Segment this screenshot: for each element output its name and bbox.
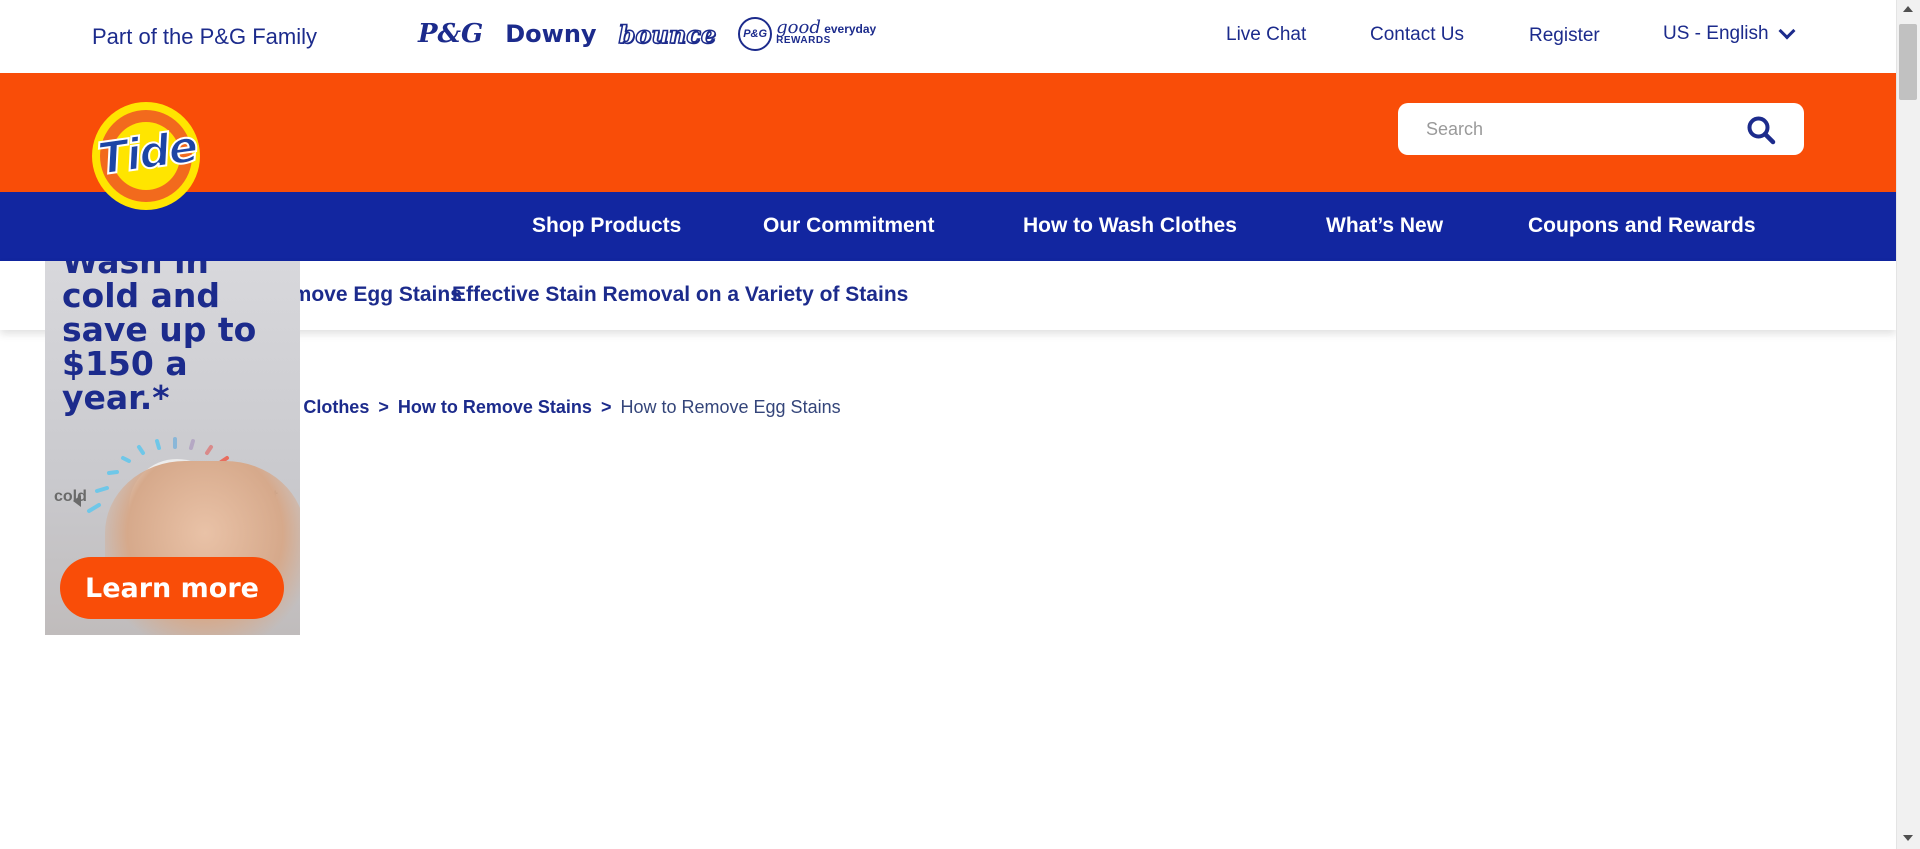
subnav-variety-of-stains[interactable]: Effective Stain Removal on a Variety of … <box>452 283 908 307</box>
pg-family-text: Part of the P&G Family <box>92 24 317 49</box>
pg-circle-logo: P&G <box>738 17 773 51</box>
search-input[interactable] <box>1426 116 1726 142</box>
nav-our-commitment[interactable]: Our Commitment <box>763 214 935 238</box>
pg-logo[interactable]: P&G <box>418 19 483 49</box>
chevron-down-icon <box>1778 22 1796 40</box>
scrollbar-thumb[interactable] <box>1899 24 1917 100</box>
ad-headline: Wash in cold and save up to $150 a year.… <box>62 261 257 417</box>
downy-logo[interactable]: Downy <box>505 20 596 48</box>
ad-cold-label: cold <box>54 488 87 505</box>
scroll-down-icon[interactable] <box>1903 835 1913 841</box>
pg-good-everyday-logo[interactable]: P&G good everyday REWARDS <box>738 17 876 51</box>
register-link[interactable]: Register <box>1529 25 1600 47</box>
search-icon[interactable] <box>1746 115 1776 145</box>
nav-shop-products[interactable]: Shop Products <box>532 214 681 238</box>
nav-coupons-and-rewards[interactable]: Coupons and Rewards <box>1528 214 1756 238</box>
rewards-text: REWARDS <box>776 35 831 46</box>
breadcrumb-separator: > <box>378 397 389 417</box>
breadcrumb-current: How to Remove Egg Stains <box>620 397 841 417</box>
live-chat-link[interactable]: Live Chat <box>1226 24 1306 46</box>
language-selector[interactable]: US - English <box>1663 22 1796 45</box>
language-label: US - English <box>1663 23 1769 44</box>
search-box[interactable] <box>1398 103 1804 155</box>
everyday-text: everyday <box>824 22 877 36</box>
bounce-logo[interactable]: bounce <box>618 19 717 50</box>
scroll-up-icon[interactable] <box>1903 6 1913 12</box>
nav-how-to-wash-clothes[interactable]: How to Wash Clothes <box>1023 214 1237 238</box>
brand-logos: P&G Downy bounce P&G good everyday REWAR… <box>418 12 876 56</box>
contact-us-link[interactable]: Contact Us <box>1370 24 1464 46</box>
learn-more-button[interactable]: Learn more <box>60 557 284 619</box>
vertical-scrollbar[interactable] <box>1896 0 1920 849</box>
cold-wash-ad[interactable]: Wash in cold and save up to $150 a year.… <box>45 261 300 635</box>
nav-whats-new[interactable]: What’s New <box>1326 214 1443 238</box>
tide-logo[interactable]: Tide <box>92 102 200 210</box>
breadcrumb-separator: > <box>600 397 612 417</box>
breadcrumb-how-to-remove-stains[interactable]: How to Remove Stains <box>398 397 592 417</box>
